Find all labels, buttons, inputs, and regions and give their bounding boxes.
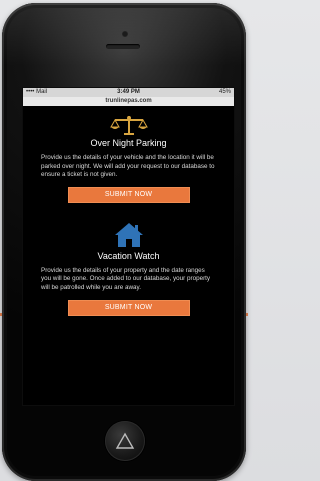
- phone-frame: •••• Mail 3:49 PM 45% trunlinepas.com Ov…: [2, 3, 246, 481]
- home-button[interactable]: [105, 421, 145, 461]
- earpiece-speaker: [106, 44, 140, 49]
- scales-icon: [109, 116, 148, 135]
- submit-now-button[interactable]: SUBMIT NOW: [67, 299, 190, 316]
- section-vacation-watch: Vacation Watch Provide us the details of…: [23, 203, 234, 316]
- battery-level: 45%: [218, 89, 231, 95]
- phone-screen: •••• Mail 3:49 PM 45% trunlinepas.com Ov…: [22, 87, 235, 406]
- section-description: Provide us the details of your vehicle a…: [41, 154, 215, 179]
- url-text: trunlinepas.com: [105, 98, 152, 104]
- submit-now-button[interactable]: SUBMIT NOW: [67, 186, 190, 203]
- front-camera: [122, 31, 128, 37]
- status-bar: •••• Mail 3:49 PM 45%: [23, 88, 234, 97]
- house-icon: [114, 222, 143, 247]
- section-overnight-parking: Over Night Parking Provide us the detail…: [23, 106, 234, 203]
- triangle-icon: [115, 432, 135, 449]
- section-description: Provide us the details of your property …: [41, 266, 211, 291]
- page-content: Over Night Parking Provide us the detail…: [23, 106, 234, 316]
- section-title: Vacation Watch: [97, 250, 160, 261]
- browser-url-bar[interactable]: trunlinepas.com: [23, 97, 234, 106]
- section-title: Over Night Parking: [90, 138, 167, 148]
- status-time: 3:49 PM: [117, 89, 140, 95]
